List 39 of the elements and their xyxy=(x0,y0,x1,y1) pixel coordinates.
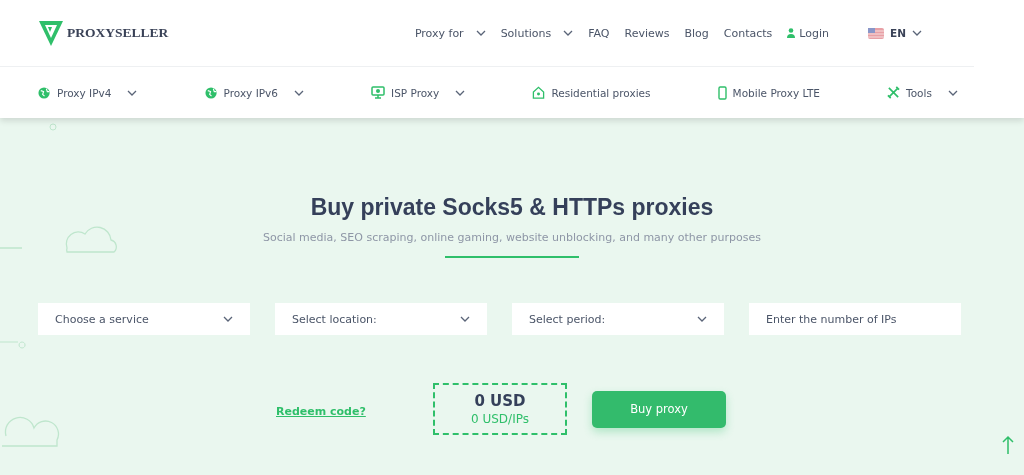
price-per-ip: 0 USD/IPs xyxy=(471,412,529,426)
total-price: 0 USD xyxy=(474,392,526,410)
chevron-icon xyxy=(697,316,707,322)
nav-link[interactable]: Contacts xyxy=(723,26,773,40)
chevron-icon xyxy=(460,316,470,322)
nav-link[interactable]: Blog xyxy=(684,26,709,40)
product-menu-item[interactable]: ISP Proxy xyxy=(371,86,466,99)
flag-icon xyxy=(868,27,885,39)
globe-icon xyxy=(38,86,51,99)
house-icon xyxy=(532,86,546,99)
logo-icon xyxy=(39,20,63,46)
chevron-icon xyxy=(563,30,574,36)
chevron-icon xyxy=(223,316,233,322)
hero-subtitle: Social media, SEO scraping, online gaming, website unblocking, and many other purposes xyxy=(262,231,762,244)
nav-link[interactable]: Reviews xyxy=(624,26,670,40)
product-menu-item[interactable]: Mobile Proxy LTE xyxy=(717,85,820,100)
chevron-icon xyxy=(475,30,486,36)
product-menu-item[interactable]: Proxy IPv4 xyxy=(38,86,138,99)
language-label[interactable]: EN xyxy=(890,27,906,39)
hero-title: Buy private Socks5 & HTTPs proxies xyxy=(310,194,714,221)
chevron-icon xyxy=(912,30,922,36)
nav-link[interactable]: FAQ xyxy=(588,26,610,40)
product-menu-item[interactable]: Proxy IPv6 xyxy=(204,86,304,99)
nav-dropdown[interactable]: Proxy for xyxy=(414,26,486,40)
phone-icon xyxy=(717,85,727,100)
login-link[interactable]: Login xyxy=(799,26,830,40)
logo-text: PROXYSELLER xyxy=(67,25,169,41)
monitor-icon xyxy=(371,86,386,99)
user-icon xyxy=(787,28,796,38)
select-field[interactable]: Choose a service xyxy=(38,303,250,335)
nav-dropdown[interactable]: Solutions xyxy=(500,26,574,40)
product-menu-item[interactable]: Residential proxies xyxy=(532,86,651,99)
input-field[interactable]: Enter the number of IPs xyxy=(749,303,961,335)
arrow-up-icon[interactable] xyxy=(1002,435,1014,455)
globe-icon xyxy=(204,86,218,99)
select-field[interactable]: Select location: xyxy=(275,303,487,335)
product-menu-item[interactable]: Tools xyxy=(887,86,958,99)
tools-icon xyxy=(887,86,901,99)
select-field[interactable]: Select period: xyxy=(512,303,724,335)
